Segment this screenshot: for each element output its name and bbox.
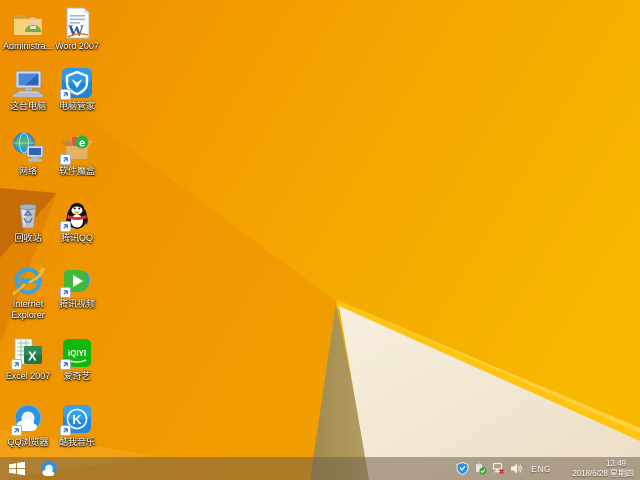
icon-label: Administra... <box>3 41 53 52</box>
desktop-icon-recycle-bin[interactable]: 回收站 <box>1 198 55 244</box>
tencent-video-icon <box>60 264 94 298</box>
icon-label: Internet Explorer <box>1 299 55 321</box>
shortcut-arrow-icon <box>60 221 71 232</box>
icon-label: 软件魔盒 <box>59 166 95 177</box>
svg-text:iQIYI: iQIYI <box>68 349 86 358</box>
tray-volume-icon[interactable] <box>509 462 523 476</box>
taskbar-qq-browser-button[interactable] <box>34 457 64 480</box>
kuwo-music-icon: K <box>60 402 94 436</box>
tray-network-disconnected-icon[interactable] <box>491 462 505 476</box>
clock-time: 13:49 <box>606 459 626 469</box>
language-indicator[interactable]: ENG <box>527 464 555 474</box>
taskbar-clock[interactable]: 13:49 2018/6/28 星期四 <box>559 459 637 479</box>
qq-browser-icon <box>39 459 59 479</box>
iqiyi-icon: iQIYI <box>60 336 94 370</box>
icon-label: 这台电脑 <box>10 101 46 112</box>
system-tray: ENG 13:49 2018/6/28 星期四 <box>455 457 637 480</box>
tray-pc-manager-shield-icon[interactable] <box>455 462 469 476</box>
desktop-icon-this-pc[interactable]: 这台电脑 <box>1 66 55 112</box>
icon-label: QQ浏览器 <box>7 437 48 448</box>
user-folder-icon <box>11 6 45 40</box>
icon-label: 腾讯视频 <box>59 299 95 310</box>
icon-label: Excel 2007 <box>6 371 51 382</box>
desktop-screen: Administra... W Word 2007 <box>0 0 640 480</box>
desktop-icon-kuwo-music[interactable]: K 酷我音乐 <box>50 402 104 448</box>
start-button[interactable] <box>0 457 34 480</box>
desktop-icon-qq-browser[interactable]: QQ浏览器 <box>1 402 55 448</box>
desktop-icon-network[interactable]: 网络 <box>1 131 55 177</box>
taskbar: ENG 13:49 2018/6/28 星期四 <box>0 457 640 480</box>
desktop-icon-iqiyi[interactable]: iQIYI 爱奇艺 <box>50 336 104 382</box>
icon-label: 腾讯QQ <box>61 233 93 244</box>
excel-icon: X <box>11 336 45 370</box>
shortcut-arrow-icon <box>11 359 22 370</box>
svg-text:K: K <box>72 412 82 427</box>
desktop-icon-word-2007[interactable]: W Word 2007 <box>50 6 104 52</box>
windows-logo-icon <box>8 461 26 476</box>
svg-text:e: e <box>79 138 85 150</box>
icon-label: Word 2007 <box>55 41 99 52</box>
computer-icon <box>11 66 45 100</box>
tray-usb-safely-remove-icon[interactable] <box>473 462 487 476</box>
desktop-icon-software-box[interactable]: e 软件魔盒 <box>50 131 104 177</box>
desktop-icon-excel-2007[interactable]: X Excel 2007 <box>1 336 55 382</box>
icon-label: 网络 <box>19 166 37 177</box>
software-box-icon: e <box>60 131 94 165</box>
qq-penguin-icon <box>60 198 94 232</box>
shield-icon <box>60 66 94 100</box>
globe-network-icon <box>11 131 45 165</box>
shortcut-arrow-icon <box>60 359 71 370</box>
shortcut-arrow-icon <box>60 89 71 100</box>
shortcut-arrow-icon <box>11 425 22 436</box>
desktop-icon-tencent-video[interactable]: 腾讯视频 <box>50 264 104 310</box>
icon-label: 爱奇艺 <box>63 371 90 382</box>
clock-date: 2018/6/28 星期四 <box>572 469 634 479</box>
shortcut-arrow-icon <box>60 425 71 436</box>
qq-browser-icon <box>11 402 45 436</box>
desktop-icon-pc-manager[interactable]: 电脑管家 <box>50 66 104 112</box>
internet-explorer-icon <box>11 264 45 298</box>
desktop-icon-internet-explorer[interactable]: Internet Explorer <box>1 264 55 321</box>
icon-label: 电脑管家 <box>59 101 95 112</box>
desktop-icon-administrator[interactable]: Administra... <box>1 6 55 52</box>
icon-label: 回收站 <box>14 233 41 244</box>
shortcut-arrow-icon <box>60 287 71 298</box>
shortcut-arrow-icon <box>60 154 71 165</box>
icon-label: 酷我音乐 <box>59 437 95 448</box>
recycle-bin-icon <box>11 198 45 232</box>
desktop-icon-tencent-qq[interactable]: 腾讯QQ <box>50 198 104 244</box>
word-icon: W <box>60 6 94 40</box>
svg-text:W: W <box>68 23 84 40</box>
svg-text:X: X <box>28 349 37 364</box>
